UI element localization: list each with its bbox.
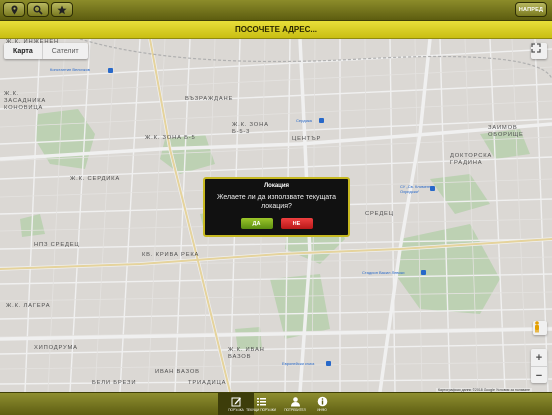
no-button[interactable]: НЕ — [280, 218, 313, 229]
dialog-message: Желаете ли да използвате текущата локаци… — [217, 194, 336, 211]
tab-current-orders[interactable]: ТЕКУЩИ ПОРЪЧКИ — [243, 393, 279, 415]
top-toolbar: НАПРЕД — [0, 0, 552, 21]
tab-label: ТЕКУЩИ ПОРЪЧКИ — [246, 408, 276, 412]
yes-button[interactable]: ДА — [240, 218, 273, 229]
location-pin-button[interactable] — [3, 2, 25, 17]
favorites-button[interactable] — [51, 2, 73, 17]
page-title: ПОСОЧЕТЕ АДРЕС... — [0, 21, 552, 39]
star-icon — [57, 5, 67, 14]
order-icon — [231, 397, 241, 407]
location-dialog: Локация Желаете ли да използвате текущат… — [203, 177, 350, 237]
bottom-tab-bar: ПОРЪЧКА ТЕКУЩИ ПОРЪЧКИ ПОТРЕБИТЕЛ ИНФО — [0, 392, 552, 415]
dialog-title: Локация — [263, 183, 290, 189]
location-pin-icon — [11, 5, 17, 14]
search-icon — [33, 5, 43, 15]
tab-info[interactable]: ИНФО — [304, 393, 340, 415]
info-icon — [317, 396, 327, 407]
list-icon — [256, 398, 266, 406]
search-button[interactable] — [27, 2, 49, 17]
next-button[interactable]: НАПРЕД — [515, 2, 547, 17]
tab-label: ИНФО — [317, 408, 327, 412]
tab-label: ПОТРЕБИТЕЛ — [284, 408, 306, 412]
user-icon — [290, 397, 300, 407]
tab-label: ПОРЪЧКА — [228, 408, 244, 412]
